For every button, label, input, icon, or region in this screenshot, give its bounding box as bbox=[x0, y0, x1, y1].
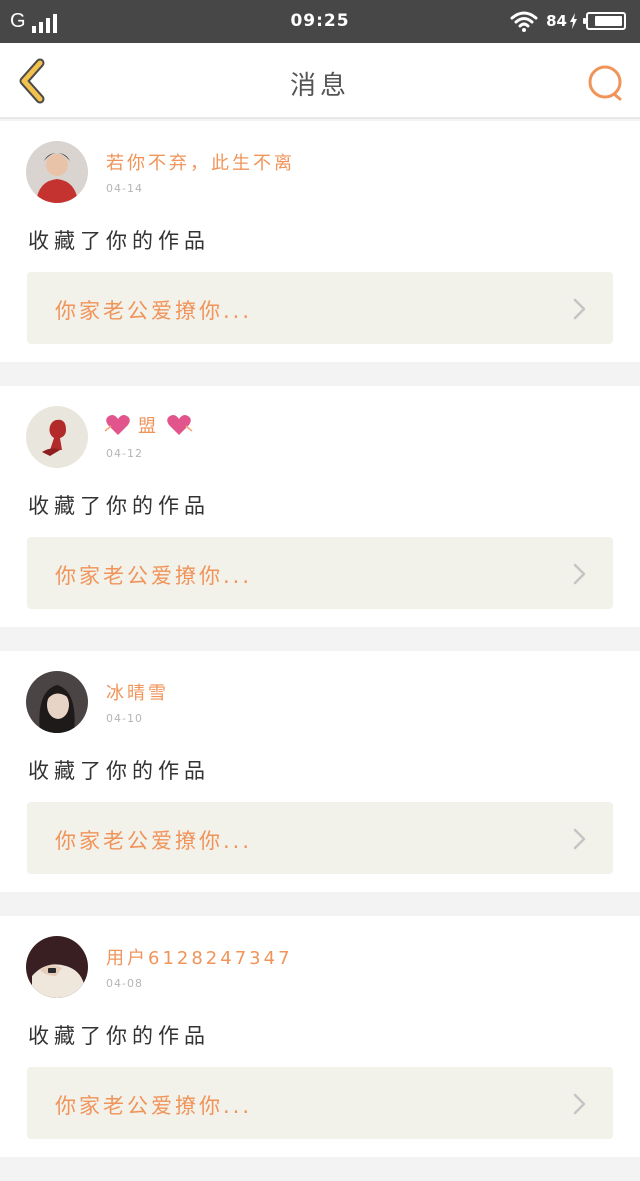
notification-date: 04-14 bbox=[106, 182, 143, 195]
avatar[interactable] bbox=[26, 671, 88, 733]
chevron-right-icon bbox=[573, 828, 586, 850]
notification-action: 收藏了你的作品 bbox=[28, 759, 210, 783]
avatar[interactable] bbox=[26, 936, 88, 998]
page-title: 消息 bbox=[289, 71, 350, 101]
avatar[interactable] bbox=[26, 141, 88, 203]
battery-icon bbox=[583, 12, 626, 30]
notification-date: 04-08 bbox=[106, 977, 143, 990]
chevron-right-icon bbox=[573, 1093, 586, 1115]
notification-list: 若你不弃，此生不离 04-14 收藏了你的作品 你家老公爱撩你... 盟 04-… bbox=[0, 121, 640, 1181]
notification-action: 收藏了你的作品 bbox=[28, 229, 210, 253]
username[interactable]: 用户6128247347 bbox=[106, 944, 293, 970]
work-link[interactable]: 你家老公爱撩你... bbox=[27, 272, 613, 344]
notification-date: 04-12 bbox=[106, 447, 143, 460]
header-bar: 消息 bbox=[0, 43, 640, 119]
work-link[interactable]: 你家老公爱撩你... bbox=[27, 1067, 613, 1139]
work-link[interactable]: 你家老公爱撩你... bbox=[27, 802, 613, 874]
wifi-icon bbox=[510, 11, 538, 32]
charging-icon bbox=[570, 13, 577, 29]
notification-action: 收藏了你的作品 bbox=[28, 494, 210, 518]
username[interactable]: 冰晴雪 bbox=[106, 679, 169, 705]
work-title: 你家老公爱撩你... bbox=[55, 1094, 253, 1118]
notification-card: 盟 04-12 收藏了你的作品 你家老公爱撩你... bbox=[0, 386, 640, 627]
chevron-right-icon bbox=[573, 563, 586, 585]
work-link[interactable]: 你家老公爱撩你... bbox=[27, 537, 613, 609]
notification-date: 04-10 bbox=[106, 712, 143, 725]
chevron-right-icon bbox=[573, 298, 586, 320]
username: 盟 bbox=[138, 416, 159, 437]
notification-card: 用户6128247347 04-08 收藏了你的作品 你家老公爱撩你... bbox=[0, 916, 640, 1157]
work-title: 你家老公爱撩你... bbox=[55, 564, 253, 588]
heart-icon bbox=[104, 415, 130, 435]
username-group[interactable]: 盟 bbox=[104, 412, 193, 438]
work-title: 你家老公爱撩你... bbox=[55, 299, 253, 323]
work-title: 你家老公爱撩你... bbox=[55, 829, 253, 853]
search-icon[interactable] bbox=[586, 63, 626, 103]
heart-icon bbox=[167, 415, 193, 435]
notification-action: 收藏了你的作品 bbox=[28, 1024, 210, 1048]
avatar[interactable] bbox=[26, 406, 88, 468]
notification-card: 冰晴雪 04-10 收藏了你的作品 你家老公爱撩你... bbox=[0, 651, 640, 892]
status-bar: G 09:25 84 bbox=[0, 0, 640, 43]
battery-percent: 84 bbox=[546, 12, 567, 30]
notification-card: 若你不弃，此生不离 04-14 收藏了你的作品 你家老公爱撩你... bbox=[0, 121, 640, 362]
username[interactable]: 若你不弃，此生不离 bbox=[106, 149, 295, 175]
